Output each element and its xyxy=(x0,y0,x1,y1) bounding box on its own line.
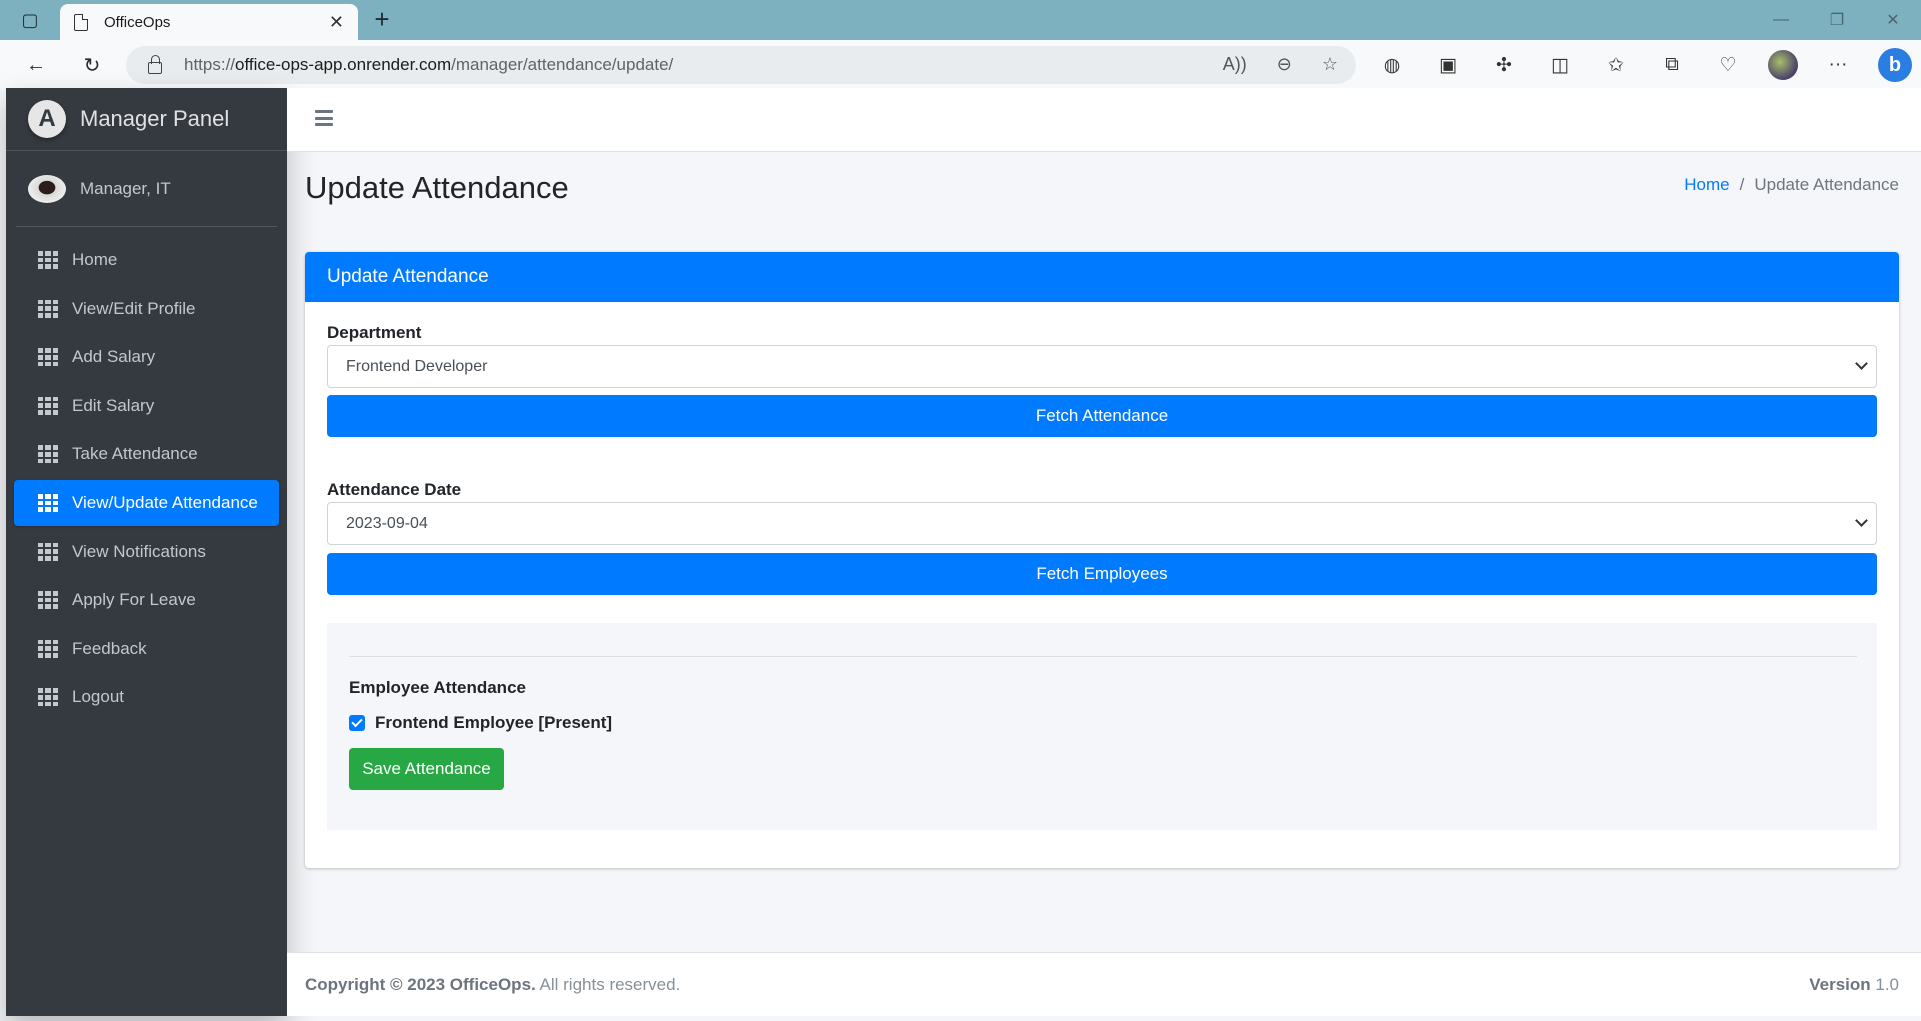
extension-globe-icon[interactable]: ◍ xyxy=(1376,49,1408,81)
brand-logo: A xyxy=(28,100,66,138)
employee-checkbox-row[interactable]: Frontend Employee [Present] xyxy=(349,713,612,733)
sidebar-item-edit-salary[interactable]: Edit Salary xyxy=(14,383,279,429)
employee-present-checkbox[interactable] xyxy=(349,715,365,731)
sidebar-item-add-salary[interactable]: Add Salary xyxy=(14,334,279,380)
sidebar-item-take-attendance[interactable]: Take Attendance xyxy=(14,431,279,477)
sidebar-item-logout[interactable]: Logout xyxy=(14,674,279,720)
grid-icon xyxy=(38,348,58,367)
breadcrumb-separator: / xyxy=(1739,175,1745,194)
breadcrumb: Home / Update Attendance xyxy=(1684,175,1899,195)
grid-icon xyxy=(38,445,58,464)
url-text: https://office-ops-app.onrender.com/mana… xyxy=(184,55,674,74)
grid-icon xyxy=(38,542,58,561)
attendance-date-select[interactable]: 2023-09-04 xyxy=(327,502,1877,545)
picture-in-picture-icon[interactable]: ▣ xyxy=(1432,49,1464,81)
department-select[interactable]: Frontend Developer xyxy=(327,345,1877,388)
grid-icon xyxy=(38,493,58,512)
attendance-date-label: Attendance Date xyxy=(327,480,462,499)
page-title: Update Attendance xyxy=(305,170,569,205)
read-aloud-icon[interactable]: A)) xyxy=(1223,54,1247,75)
sidebar: A Manager Panel Manager, IT Home View/Ed… xyxy=(6,88,287,1016)
version: Version 1.0 xyxy=(1809,975,1899,994)
fetch-employees-button[interactable]: Fetch Employees xyxy=(327,553,1877,595)
brand-text: Manager Panel xyxy=(80,106,230,131)
footer: Copyright © 2023 OfficeOps. All rights r… xyxy=(287,952,1921,1016)
sidebar-item-feedback[interactable]: Feedback xyxy=(14,626,279,672)
sidebar-item-view-update-attendance[interactable]: View/Update Attendance xyxy=(14,479,279,526)
user-panel[interactable]: Manager, IT xyxy=(16,151,277,227)
tab-actions-icon[interactable]: ▢ xyxy=(14,8,46,32)
department-selected-value: Frontend Developer xyxy=(346,357,488,375)
grid-icon xyxy=(38,639,58,658)
browser-tab-bar: ▢ OfficeOps ✕ + — ❐ ✕ xyxy=(0,0,1921,40)
grid-icon xyxy=(38,591,58,610)
sidebar-item-view-edit-profile[interactable]: View/Edit Profile xyxy=(14,286,279,332)
split-screen-icon[interactable]: ◫ xyxy=(1544,49,1576,81)
sidebar-item-view-notifications[interactable]: View Notifications xyxy=(14,529,279,575)
browser-nav-bar: ← ↻ https://office-ops-app.onrender.com/… xyxy=(0,40,1921,90)
chevron-down-icon xyxy=(1855,357,1868,370)
employee-attendance-title: Employee Attendance xyxy=(349,678,526,697)
zoom-out-icon[interactable]: ⊖ xyxy=(1277,54,1292,75)
avatar xyxy=(28,174,66,203)
top-navbar xyxy=(287,88,1921,152)
minimize-icon[interactable]: — xyxy=(1753,0,1809,40)
new-tab-icon[interactable]: + xyxy=(368,6,396,34)
menu-toggle-icon[interactable] xyxy=(315,110,333,126)
department-label: Department xyxy=(327,323,422,342)
sidebar-item-home[interactable]: Home xyxy=(14,237,279,283)
save-attendance-button[interactable]: Save Attendance xyxy=(349,748,504,790)
browser-essentials-icon[interactable]: ♡ xyxy=(1712,49,1744,81)
extensions-icon[interactable]: ✣ xyxy=(1488,49,1520,81)
back-icon[interactable]: ← xyxy=(20,50,52,80)
chevron-down-icon xyxy=(1855,514,1868,527)
close-tab-icon[interactable]: ✕ xyxy=(329,12,344,33)
attendance-date-selected-value: 2023-09-04 xyxy=(346,514,428,532)
employee-attendance-panel: Employee Attendance Frontend Employee [P… xyxy=(327,623,1877,830)
brand-link[interactable]: A Manager Panel xyxy=(6,88,287,151)
card-header: Update Attendance xyxy=(305,252,1899,302)
update-attendance-card: Update Attendance Department Frontend De… xyxy=(305,252,1899,868)
window-close-icon[interactable]: ✕ xyxy=(1865,0,1921,40)
address-bar[interactable]: https://office-ops-app.onrender.com/mana… xyxy=(126,46,1356,84)
profile-avatar-icon[interactable] xyxy=(1768,50,1798,80)
restore-icon[interactable]: ❐ xyxy=(1809,0,1865,40)
page-icon xyxy=(74,13,88,31)
copyright: Copyright © 2023 OfficeOps. All rights r… xyxy=(305,975,681,994)
grid-icon xyxy=(38,688,58,707)
favorite-star-icon[interactable]: ☆ xyxy=(1322,54,1338,75)
refresh-icon[interactable]: ↻ xyxy=(76,50,108,80)
breadcrumb-home-link[interactable]: Home xyxy=(1684,175,1729,194)
tab-title: OfficeOps xyxy=(104,13,171,31)
divider xyxy=(349,656,1857,657)
lock-icon xyxy=(148,55,162,74)
sidebar-menu: Home View/Edit Profile Add Salary Edit S… xyxy=(6,227,287,720)
sidebar-item-apply-for-leave[interactable]: Apply For Leave xyxy=(14,577,279,623)
user-name: Manager, IT xyxy=(80,178,171,198)
grid-icon xyxy=(38,251,58,269)
more-options-icon[interactable]: ··· xyxy=(1822,49,1854,81)
collections-icon[interactable]: ⧉ xyxy=(1656,49,1688,81)
fetch-attendance-button[interactable]: Fetch Attendance xyxy=(327,395,1877,437)
breadcrumb-current: Update Attendance xyxy=(1754,175,1899,194)
grid-icon xyxy=(38,299,58,318)
browser-tab[interactable]: OfficeOps ✕ xyxy=(60,4,358,40)
grid-icon xyxy=(38,396,58,415)
employee-label[interactable]: Frontend Employee [Present] xyxy=(375,713,612,733)
favorites-icon[interactable]: ✩ xyxy=(1600,49,1632,81)
copilot-icon[interactable]: b xyxy=(1878,48,1912,82)
